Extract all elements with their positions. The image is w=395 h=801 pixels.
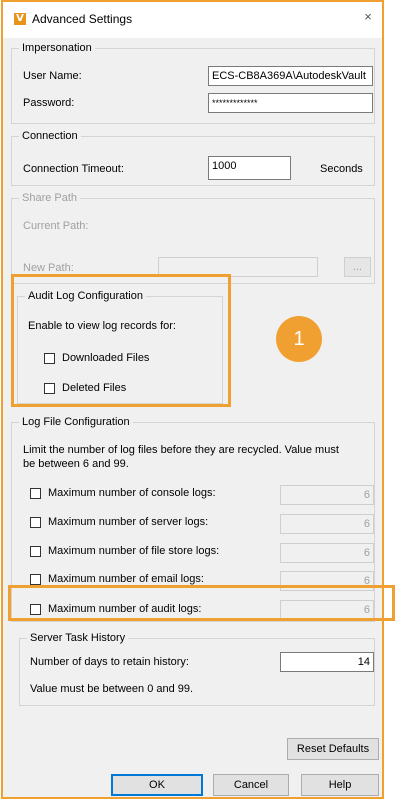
retain-history-label: Number of days to retain history: [30, 656, 189, 668]
vault-app-icon: V [14, 13, 26, 25]
file-store-logs-label: Maximum number of file store logs: [48, 545, 220, 557]
server-task-history-legend: Server Task History [27, 631, 129, 645]
password-label: Password: [23, 97, 75, 109]
close-button[interactable]: × [360, 9, 376, 25]
browse-button[interactable]: ... [344, 257, 371, 277]
log-file-description-line1: Limit the number of log files before the… [23, 444, 339, 456]
ok-button[interactable]: OK [111, 774, 203, 796]
file-store-logs-field[interactable]: 6 [280, 543, 374, 563]
new-path-label: New Path: [23, 262, 74, 274]
console-logs-field[interactable]: 6 [280, 485, 374, 505]
server-logs-checkbox[interactable] [30, 517, 41, 528]
user-name-field[interactable]: ECS-CB8A369A\AutodeskVault [208, 66, 373, 86]
audit-logs-row-highlight-box [8, 585, 395, 621]
server-logs-field[interactable]: 6 [280, 514, 374, 534]
retain-history-field[interactable]: 14 [280, 652, 374, 672]
audit-log-highlight-box [11, 274, 231, 407]
email-logs-checkbox[interactable] [30, 574, 41, 585]
share-path-legend: Share Path [19, 191, 81, 205]
callout-badge: 1 [276, 316, 322, 362]
server-task-history-group: Server Task History Number of days to re… [19, 631, 375, 706]
file-store-logs-checkbox[interactable] [30, 546, 41, 557]
email-logs-label: Maximum number of email logs: [48, 573, 204, 585]
help-button[interactable]: Help [301, 774, 379, 796]
connection-legend: Connection [19, 129, 81, 143]
console-logs-checkbox[interactable] [30, 488, 41, 499]
server-logs-label: Maximum number of server logs: [48, 516, 209, 528]
reset-defaults-button[interactable]: Reset Defaults [287, 738, 379, 760]
log-file-legend: Log File Configuration [19, 415, 133, 429]
impersonation-legend: Impersonation [19, 41, 95, 55]
connection-timeout-field[interactable]: 1000 [208, 156, 291, 180]
connection-group: Connection Connection Timeout: 1000 Seco… [11, 129, 375, 186]
password-field[interactable]: ************* [208, 93, 373, 113]
window-title: Advanced Settings [32, 12, 133, 26]
user-name-label: User Name: [23, 70, 82, 82]
title-bar: V Advanced Settings × [3, 2, 382, 38]
console-logs-label: Maximum number of console logs: [48, 487, 216, 499]
current-path-label: Current Path: [23, 220, 89, 232]
share-path-group: Share Path Current Path: New Path: ... [11, 191, 375, 284]
log-file-description-line2: be between 6 and 99. [23, 458, 129, 470]
cancel-button[interactable]: Cancel [213, 774, 289, 796]
seconds-label: Seconds [320, 163, 363, 175]
impersonation-group: Impersonation User Name: ECS-CB8A369A\Au… [11, 41, 375, 124]
connection-timeout-label: Connection Timeout: [23, 163, 124, 175]
retain-history-note: Value must be between 0 and 99. [30, 683, 194, 695]
